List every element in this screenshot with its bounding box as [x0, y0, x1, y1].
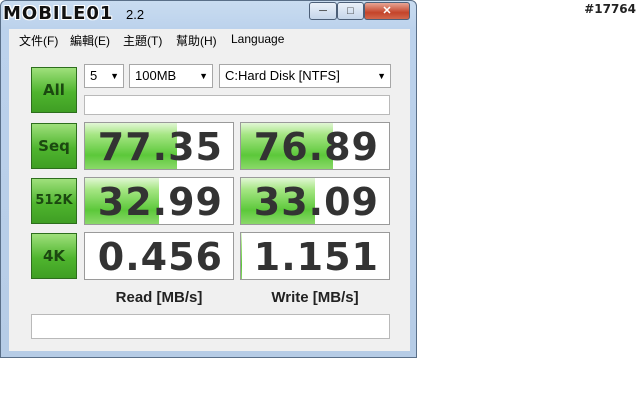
4k-read-value: 0.456 — [97, 235, 223, 279]
menu-bar: 文件(F) 編輯(E) 主題(T) 幫助(H) Language — [9, 29, 410, 52]
menu-edit[interactable]: 編輯(E) — [70, 32, 110, 49]
watermark-tag: #17764 — [584, 2, 636, 16]
seq-write-cell: 76.89 — [240, 122, 390, 170]
4k-button-label: 4K — [42, 247, 66, 265]
main-panel: All 5 ▼ 100MB ▼ C:Hard Disk [NTFS] ▼ Seq… — [9, 51, 410, 351]
menu-help[interactable]: 幫助(H) — [176, 32, 217, 49]
seq-button[interactable]: Seq — [31, 123, 77, 169]
chevron-down-icon: ▼ — [377, 71, 386, 81]
4k-button[interactable]: 4K — [31, 233, 77, 279]
window-title: 2.2 — [126, 7, 145, 22]
write-column-label: Write [MB/s] — [271, 289, 359, 306]
app-window: MOBILE01 2.2 ─ □ ✕ 文件(F) 編輯(E) 主題(T) 幫助(… — [0, 0, 417, 358]
all-button-label: All — [43, 81, 65, 99]
minimize-button[interactable]: ─ — [309, 2, 337, 20]
close-button[interactable]: ✕ — [364, 2, 410, 20]
4k-write-fill — [241, 233, 243, 279]
chevron-down-icon: ▼ — [199, 71, 208, 81]
watermark-logo: MOBILE01 — [3, 3, 114, 24]
drive-value: C:Hard Disk [NTFS] — [225, 68, 340, 83]
4k-write-value: 1.151 — [253, 235, 379, 279]
title-bar[interactable]: MOBILE01 2.2 ─ □ ✕ — [1, 1, 416, 29]
test-size-select[interactable]: 100MB ▼ — [129, 64, 213, 88]
progress-bar — [84, 95, 390, 115]
menu-theme[interactable]: 主題(T) — [123, 32, 162, 49]
test-size-value: 100MB — [135, 68, 177, 83]
drive-select[interactable]: C:Hard Disk [NTFS] ▼ — [219, 64, 391, 88]
seq-read-value: 77.35 — [97, 125, 223, 169]
512k-read-cell: 32.99 — [84, 177, 234, 225]
512k-write-value: 33.09 — [253, 180, 379, 224]
512k-read-value: 32.99 — [97, 180, 223, 224]
4k-write-cell: 1.151 — [240, 232, 390, 280]
menu-file[interactable]: 文件(F) — [19, 32, 58, 49]
512k-button[interactable]: 512K — [31, 178, 77, 224]
test-count-select[interactable]: 5 ▼ — [84, 64, 124, 88]
seq-read-cell: 77.35 — [84, 122, 234, 170]
test-count-value: 5 — [90, 68, 98, 83]
512k-button-label: 512K — [35, 193, 73, 208]
menu-language[interactable]: Language — [231, 32, 284, 46]
4k-read-cell: 0.456 — [84, 232, 234, 280]
chevron-down-icon: ▼ — [110, 71, 119, 81]
all-button[interactable]: All — [31, 67, 77, 113]
maximize-button[interactable]: □ — [337, 2, 364, 20]
read-column-label: Read [MB/s] — [115, 289, 203, 306]
seq-write-value: 76.89 — [253, 125, 379, 169]
512k-write-cell: 33.09 — [240, 177, 390, 225]
comment-field[interactable] — [31, 314, 390, 339]
seq-button-label: Seq — [38, 137, 70, 155]
